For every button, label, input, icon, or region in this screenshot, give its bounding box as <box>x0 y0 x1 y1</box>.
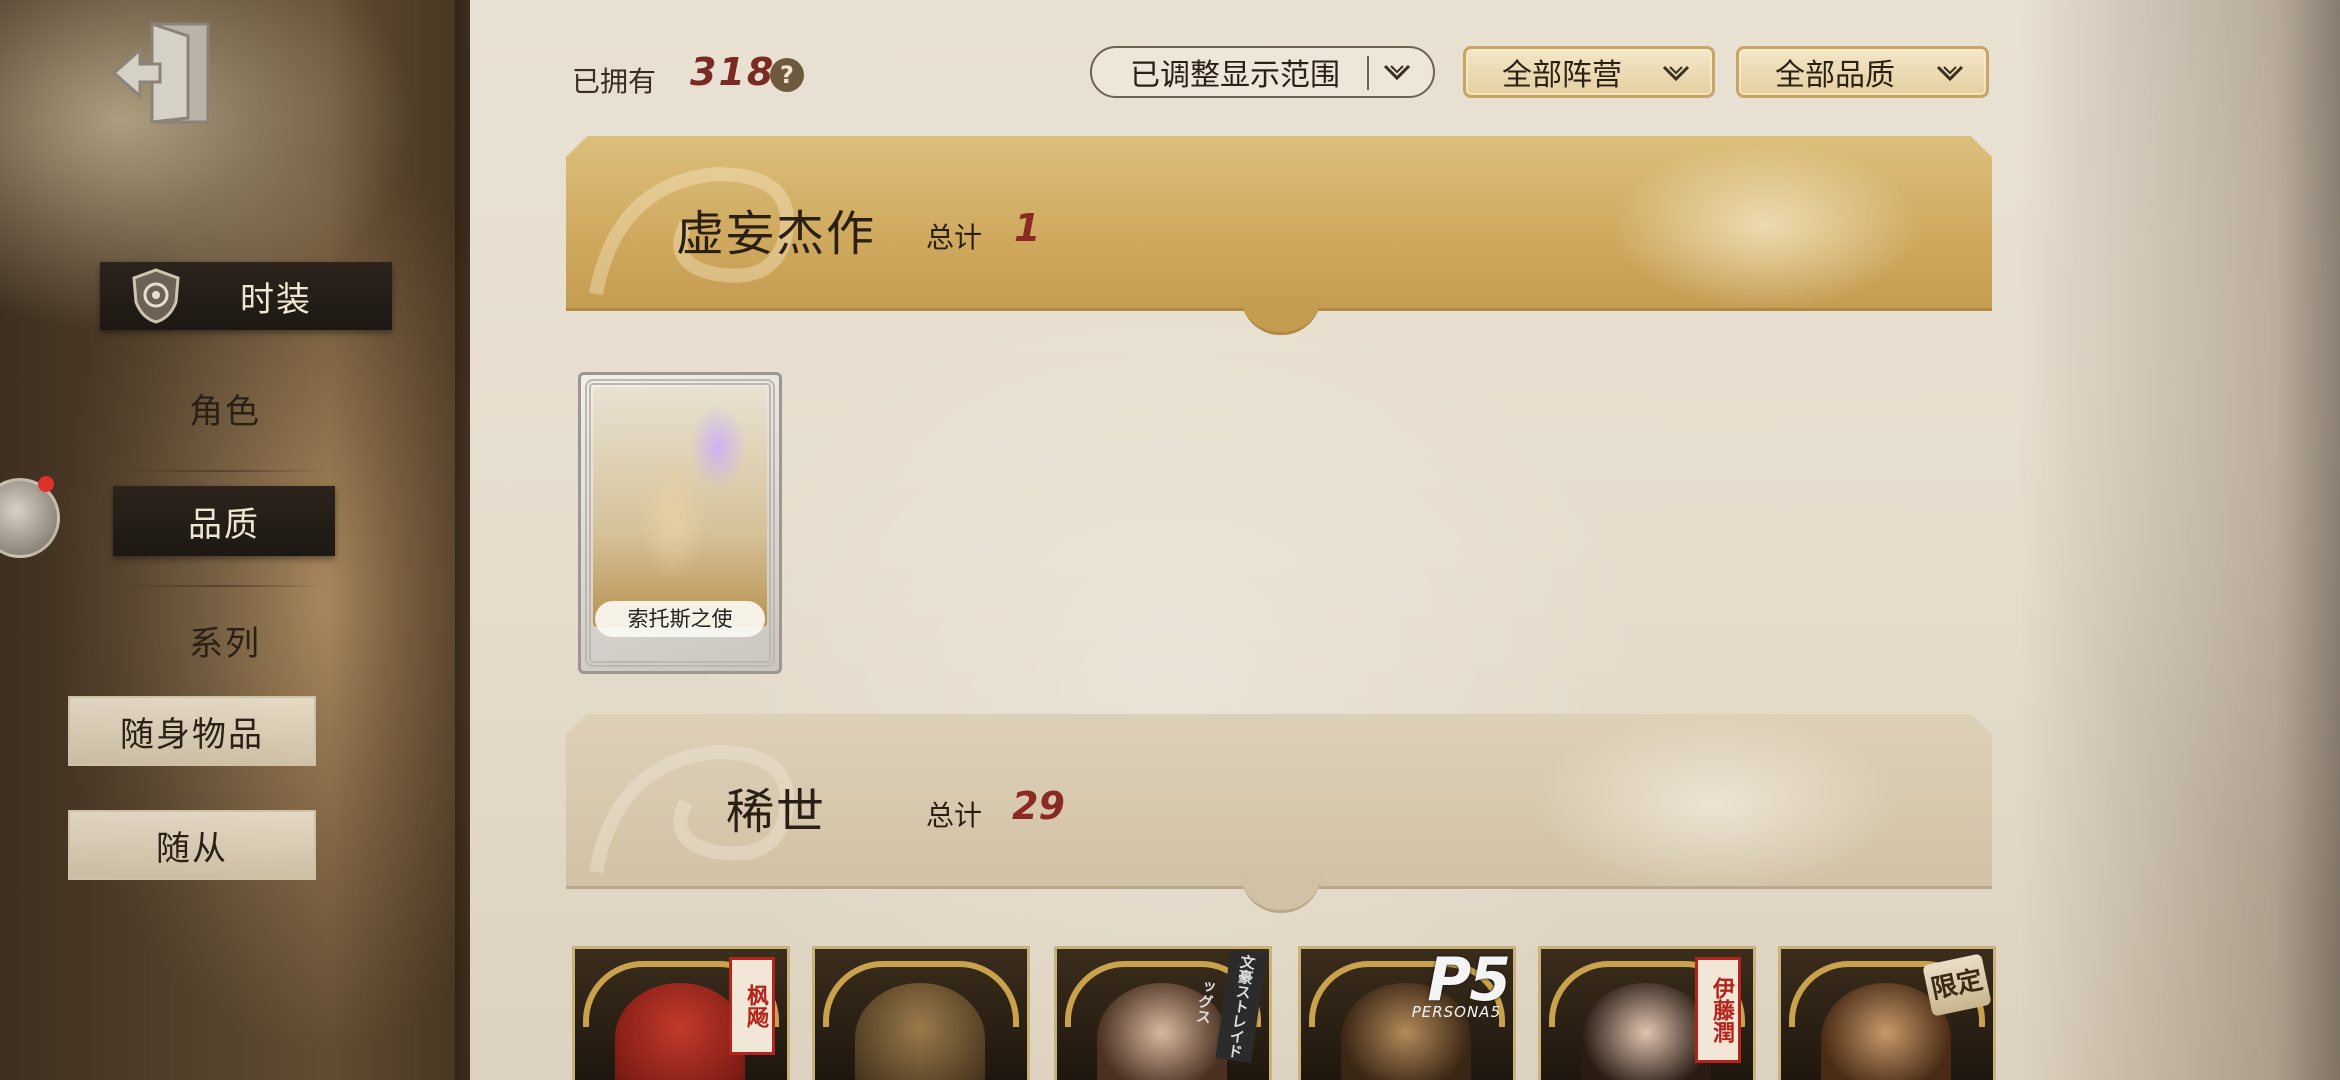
section-total: 29 <box>1012 784 1065 828</box>
skin-tag: 枫飏 <box>729 957 775 1055</box>
skin-card[interactable]: P5 PERSONA5 <box>1298 946 1516 1080</box>
sidebar-item-quality[interactable]: 品质 <box>113 486 335 556</box>
camp-filter-label: 全部阵营 <box>1502 58 1622 93</box>
sidebar-item-label: 随从 <box>156 828 228 869</box>
section-banner-masterpiece[interactable]: 虚妄杰作 总计 1 <box>566 136 1992 335</box>
range-filter-label: 已调整显示范围 <box>1130 58 1340 93</box>
camp-filter-dropdown[interactable]: 全部阵营 <box>1463 46 1715 98</box>
skin-card[interactable]: 索托斯之使 <box>578 372 782 674</box>
shield-emblem-icon <box>132 268 180 324</box>
chevron-down-icon <box>1662 65 1690 82</box>
owned-label: 已拥有 <box>572 65 657 98</box>
section-total-label: 总计 <box>926 799 983 832</box>
help-icon[interactable]: ? <box>770 58 804 92</box>
skin-card[interactable]: 枫飏 <box>572 946 790 1080</box>
sidebar-item-pets[interactable]: 随从 <box>68 810 316 880</box>
section-title: 虚妄杰作 <box>676 206 877 262</box>
section-banner-rare[interactable]: 稀世 总计 29 <box>566 714 1992 913</box>
chevron-down-icon <box>1936 65 1964 82</box>
skin-card[interactable]: 文豪ストレイドッグス <box>1054 946 1272 1080</box>
sidebar-item-character[interactable]: 角色 <box>110 378 340 438</box>
divider <box>115 470 325 472</box>
notification-dot <box>38 476 54 492</box>
persona5-logo-sub: PERSONA5 <box>1411 1003 1501 1021</box>
section-total-label: 总计 <box>926 221 983 254</box>
quality-filter-dropdown[interactable]: 全部品质 <box>1736 46 1989 98</box>
exit-door-icon[interactable] <box>110 18 220 128</box>
section-total: 1 <box>1014 206 1041 250</box>
sidebar-item-label: 时装 <box>240 279 312 320</box>
skin-card[interactable] <box>812 946 1030 1080</box>
owned-count: 318 <box>690 50 776 94</box>
range-filter-dropdown[interactable]: 已调整显示范围 <box>1090 46 1435 98</box>
sidebar: 时装 角色 品质 系列 随身物品 随从 <box>0 0 485 1080</box>
divider <box>1367 56 1369 90</box>
page-shadow <box>2020 0 2340 1080</box>
sidebar-item-series[interactable]: 系列 <box>110 610 340 670</box>
sidebar-item-accessories[interactable]: 随身物品 <box>68 696 316 766</box>
chevron-down-icon <box>1383 64 1411 81</box>
skin-tag: 伊藤潤 <box>1695 957 1741 1063</box>
rare-skin-row: 枫飏 文豪ストレイドッグス P5 PERSONA5 伊藤潤 限定 <box>572 946 1996 1080</box>
skin-card[interactable]: 伊藤潤 <box>1538 946 1756 1080</box>
quality-filter-label: 全部品质 <box>1775 58 1895 93</box>
sidebar-item-label: 品质 <box>188 504 260 545</box>
divider <box>115 585 325 587</box>
skin-card[interactable]: 限定 <box>1778 946 1996 1080</box>
sidebar-item-label: 随身物品 <box>120 714 264 755</box>
section-title: 稀世 <box>726 784 827 840</box>
sidebar-item-label: 系列 <box>189 623 261 664</box>
skin-name: 索托斯之使 <box>595 601 765 637</box>
sidebar-item-label: 角色 <box>189 391 261 432</box>
